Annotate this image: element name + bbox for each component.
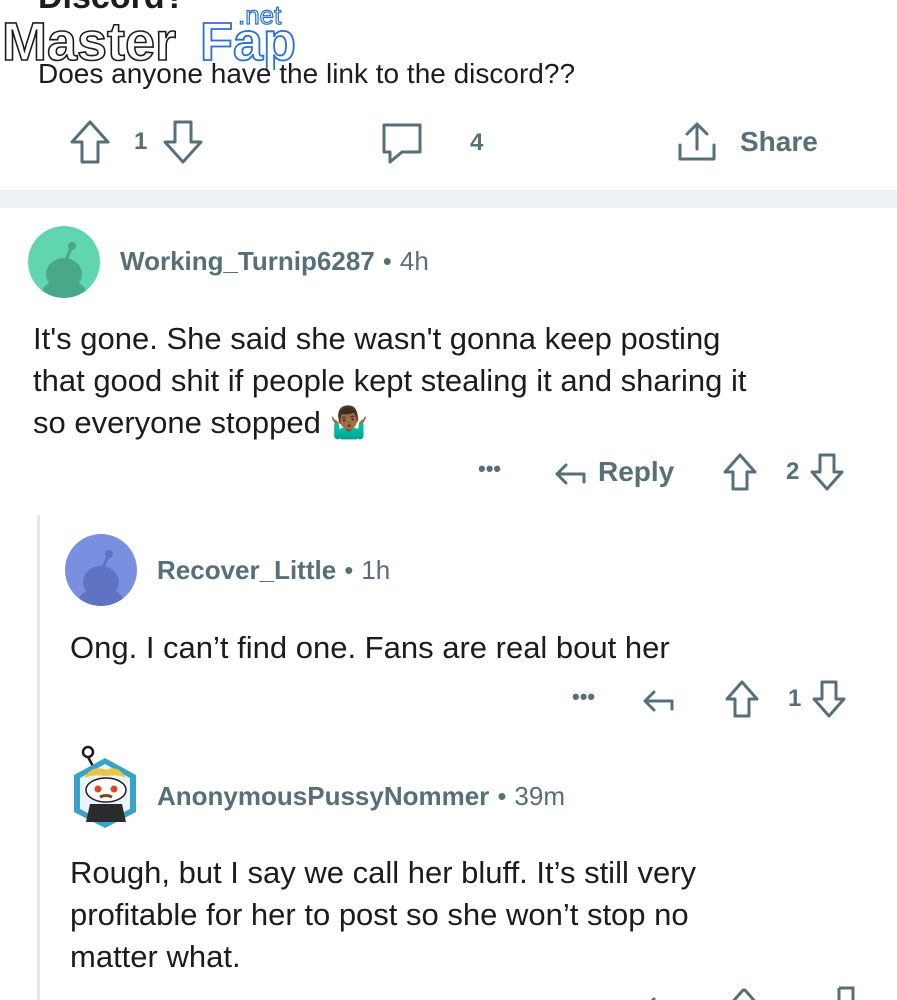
post-comment-count: 4 — [470, 129, 484, 156]
comment-username[interactable]: Recover_Little — [157, 555, 336, 585]
share-button[interactable]: Share — [674, 119, 818, 165]
upvote-icon[interactable] — [726, 986, 762, 1000]
upvote-icon[interactable] — [722, 452, 758, 492]
snoo-avatar-icon — [79, 550, 123, 606]
comment-vote-bar: 1 — [724, 679, 847, 719]
comment-line: matter what. — [70, 939, 241, 974]
reply-label: Reply — [598, 456, 675, 487]
thread-line[interactable] — [37, 515, 40, 1000]
comment-body: It's gone. She said she wasn't gonna kee… — [33, 318, 883, 444]
upvote-icon[interactable] — [724, 679, 760, 719]
upvote-icon[interactable] — [68, 118, 112, 166]
meta-separator: • — [497, 781, 507, 811]
comment-meta: Working_Turnip6287 • 4h — [120, 246, 429, 277]
shrug-emoji: 🤷🏾‍♂️ — [329, 405, 369, 440]
comment-username[interactable]: Working_Turnip6287 — [120, 246, 375, 276]
comment-line: Rough, but I say we call her bluff. It’s… — [70, 855, 697, 890]
post-body: Does anyone have the link to the discord… — [38, 58, 576, 89]
avatar[interactable] — [66, 742, 144, 828]
comment-meta: Recover_Little • 1h — [157, 555, 390, 586]
reply-icon — [552, 452, 588, 492]
comment-meta: AnonymousPussyNommer • 39m — [157, 781, 565, 812]
downvote-icon[interactable] — [828, 986, 864, 1000]
downvote-icon[interactable] — [161, 118, 205, 166]
share-icon — [674, 119, 720, 165]
reply-icon[interactable] — [640, 986, 676, 1000]
meta-separator: • — [382, 246, 392, 276]
comment-age: 4h — [399, 246, 429, 276]
comment-bubble-icon — [378, 120, 426, 166]
comment-body: Ong. I can’t find one. Fans are real bou… — [70, 630, 670, 665]
reply-button[interactable] — [640, 679, 676, 719]
reply-icon — [640, 679, 676, 719]
more-options-button[interactable]: ••• — [478, 456, 501, 482]
watermark-suffix: .net — [238, 4, 282, 30]
avatar[interactable] — [65, 534, 137, 606]
downvote-icon[interactable] — [811, 679, 847, 719]
section-divider — [0, 190, 897, 208]
snoo-avatar-icon — [42, 242, 86, 298]
comment-line-text: so everyone stopped — [33, 405, 321, 440]
comment-vote-count: 1 — [788, 685, 802, 712]
comment-vote-bar: 2 — [722, 452, 845, 492]
more-options-button[interactable]: ••• — [572, 684, 595, 710]
comment-body: Rough, but I say we call her bluff. It’s… — [70, 852, 890, 978]
post-vote-bar: 1 — [68, 118, 205, 166]
comment-line: It's gone. She said she wasn't gonna kee… — [33, 321, 721, 356]
custom-snoo-avatar-icon — [74, 745, 136, 828]
comment-age: 1h — [361, 555, 391, 585]
comment-username[interactable]: AnonymousPussyNommer — [157, 781, 489, 811]
comment-age: 39m — [514, 781, 565, 811]
comment-line: profitable for her to post so she won’t … — [70, 897, 689, 932]
post-vote-count: 1 — [134, 128, 148, 155]
downvote-icon[interactable] — [809, 452, 845, 492]
meta-separator: • — [344, 555, 354, 585]
share-label: Share — [740, 126, 818, 157]
comment-vote-count: 2 — [786, 458, 800, 485]
post-comments-button[interactable]: 4 — [378, 120, 483, 166]
reply-button[interactable]: Reply — [552, 452, 674, 492]
avatar[interactable] — [28, 226, 100, 298]
comment-line: so everyone stopped 🤷🏾‍♂️ — [33, 402, 883, 444]
comment-line: that good shit if people kept stealing i… — [33, 363, 747, 398]
